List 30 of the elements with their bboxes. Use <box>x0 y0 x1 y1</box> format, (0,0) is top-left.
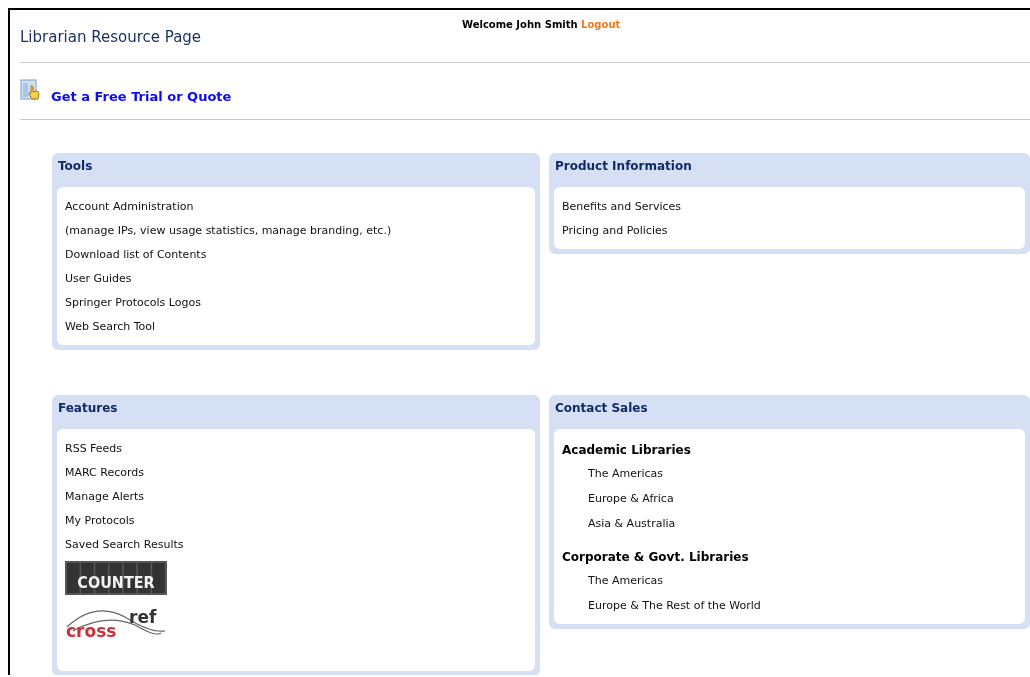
group-heading: Academic Libraries <box>562 442 691 459</box>
region-link[interactable]: Asia & Australia <box>588 511 676 536</box>
panel-title: Product Information <box>554 158 693 175</box>
region-link[interactable]: The Americas <box>588 568 664 593</box>
resource-link[interactable]: Download list of Contents <box>65 243 207 267</box>
group-heading: Corporate & Govt. Libraries <box>562 549 749 566</box>
panel-title: Contact Sales <box>554 400 649 417</box>
resource-link[interactable]: Benefits and Services <box>562 195 682 219</box>
welcome-text: Welcome John Smith Logout <box>462 19 621 30</box>
resource-link[interactable]: Account Administration <box>65 195 194 219</box>
resource-link[interactable]: Saved Search Results <box>65 533 184 557</box>
resource-link[interactable]: (manage IPs, view usage statistics, manage branding, etc.) <box>65 219 392 243</box>
free-trial-link[interactable]: Get a Free Trial or Quote <box>51 89 232 104</box>
resource-link[interactable]: Pricing and Policies <box>562 219 668 243</box>
pointing-hand-icon <box>20 79 42 101</box>
resource-link[interactable]: MARC Records <box>65 461 145 485</box>
resource-link[interactable]: User Guides <box>65 267 132 291</box>
page-title: Librarian Resource Page <box>20 28 202 46</box>
panel-title: Features <box>57 400 119 417</box>
resource-link[interactable]: RSS Feeds <box>65 437 123 461</box>
region-link[interactable]: Europe & The Rest of the World <box>588 593 761 618</box>
resource-link[interactable]: Manage Alerts <box>65 485 145 509</box>
counter-logo[interactable]: COUNTER <box>65 561 167 595</box>
resource-link[interactable]: My Protocols <box>65 509 135 533</box>
region-link[interactable]: The Americas <box>588 461 664 486</box>
region-link[interactable]: Europe & Africa <box>588 486 674 511</box>
resource-link[interactable]: Web Search Tool <box>65 315 156 339</box>
resource-link[interactable]: Springer Protocols Logos <box>65 291 201 315</box>
crossref-logo[interactable]: cross ref <box>65 603 167 639</box>
panel-title: Tools <box>57 158 94 175</box>
